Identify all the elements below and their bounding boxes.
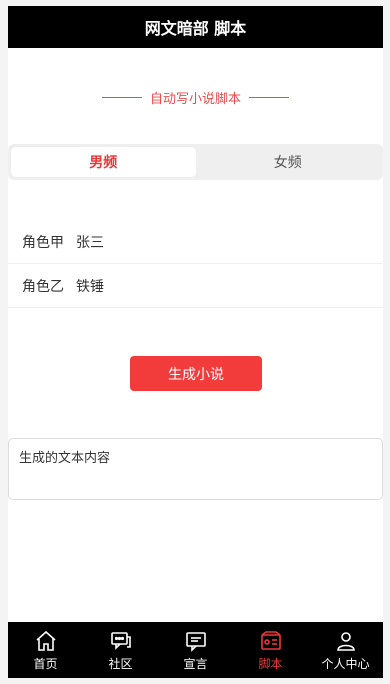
output-textarea[interactable]: 生成的文本内容 <box>8 438 383 500</box>
nav-item-home[interactable]: 首页 <box>8 622 83 678</box>
divider-left <box>101 96 142 98</box>
message-icon <box>185 631 206 652</box>
bottom-nav: 首页 社区 宣言 脚本 个人中心 <box>8 622 383 678</box>
generate-novel-button[interactable]: 生成小说 <box>130 356 262 391</box>
role-row-b[interactable]: 角色乙 铁锤 <box>8 264 383 308</box>
app-frame: 网文暗部 脚本 自动写小说脚本 男频 女频 角色甲 张三 角色乙 铁锤 生成小说… <box>0 0 390 684</box>
nav-label: 社区 <box>108 656 133 671</box>
script-icon <box>260 630 281 650</box>
role-value[interactable]: 张三 <box>76 232 104 252</box>
divider-right <box>249 96 289 98</box>
nav-item-profile[interactable]: 个人中心 <box>308 622 383 678</box>
section-subtitle: 自动写小说脚本 <box>8 86 383 108</box>
nav-label: 首页 <box>33 656 58 671</box>
role-label: 角色乙 <box>22 278 64 295</box>
nav-label: 个人中心 <box>321 656 370 671</box>
nav-item-manifesto[interactable]: 宣言 <box>158 622 233 678</box>
subtitle-text: 自动写小说脚本 <box>149 91 241 107</box>
output-placeholder: 生成的文本内容 <box>19 451 111 466</box>
user-icon <box>336 631 355 651</box>
nav-label: 宣言 <box>183 656 208 671</box>
role-value[interactable]: 铁锤 <box>76 276 104 296</box>
nav-label: 脚本 <box>258 656 283 671</box>
chat-icon <box>110 631 131 650</box>
home-icon <box>35 630 56 651</box>
page-title: 网文暗部 脚本 <box>144 19 247 38</box>
role-label: 角色甲 <box>22 234 64 251</box>
tab-male[interactable]: 男频 <box>11 147 196 177</box>
nav-item-community[interactable]: 社区 <box>83 622 158 678</box>
role-row-a[interactable]: 角色甲 张三 <box>8 220 383 264</box>
tab-female[interactable]: 女频 <box>196 147 381 177</box>
app-header: 网文暗部 脚本 <box>8 6 383 48</box>
nav-item-script[interactable]: 脚本 <box>233 622 308 678</box>
page: 网文暗部 脚本 自动写小说脚本 男频 女频 角色甲 张三 角色乙 铁锤 生成小说… <box>8 6 383 678</box>
category-tabs: 男频 女频 <box>8 144 383 180</box>
